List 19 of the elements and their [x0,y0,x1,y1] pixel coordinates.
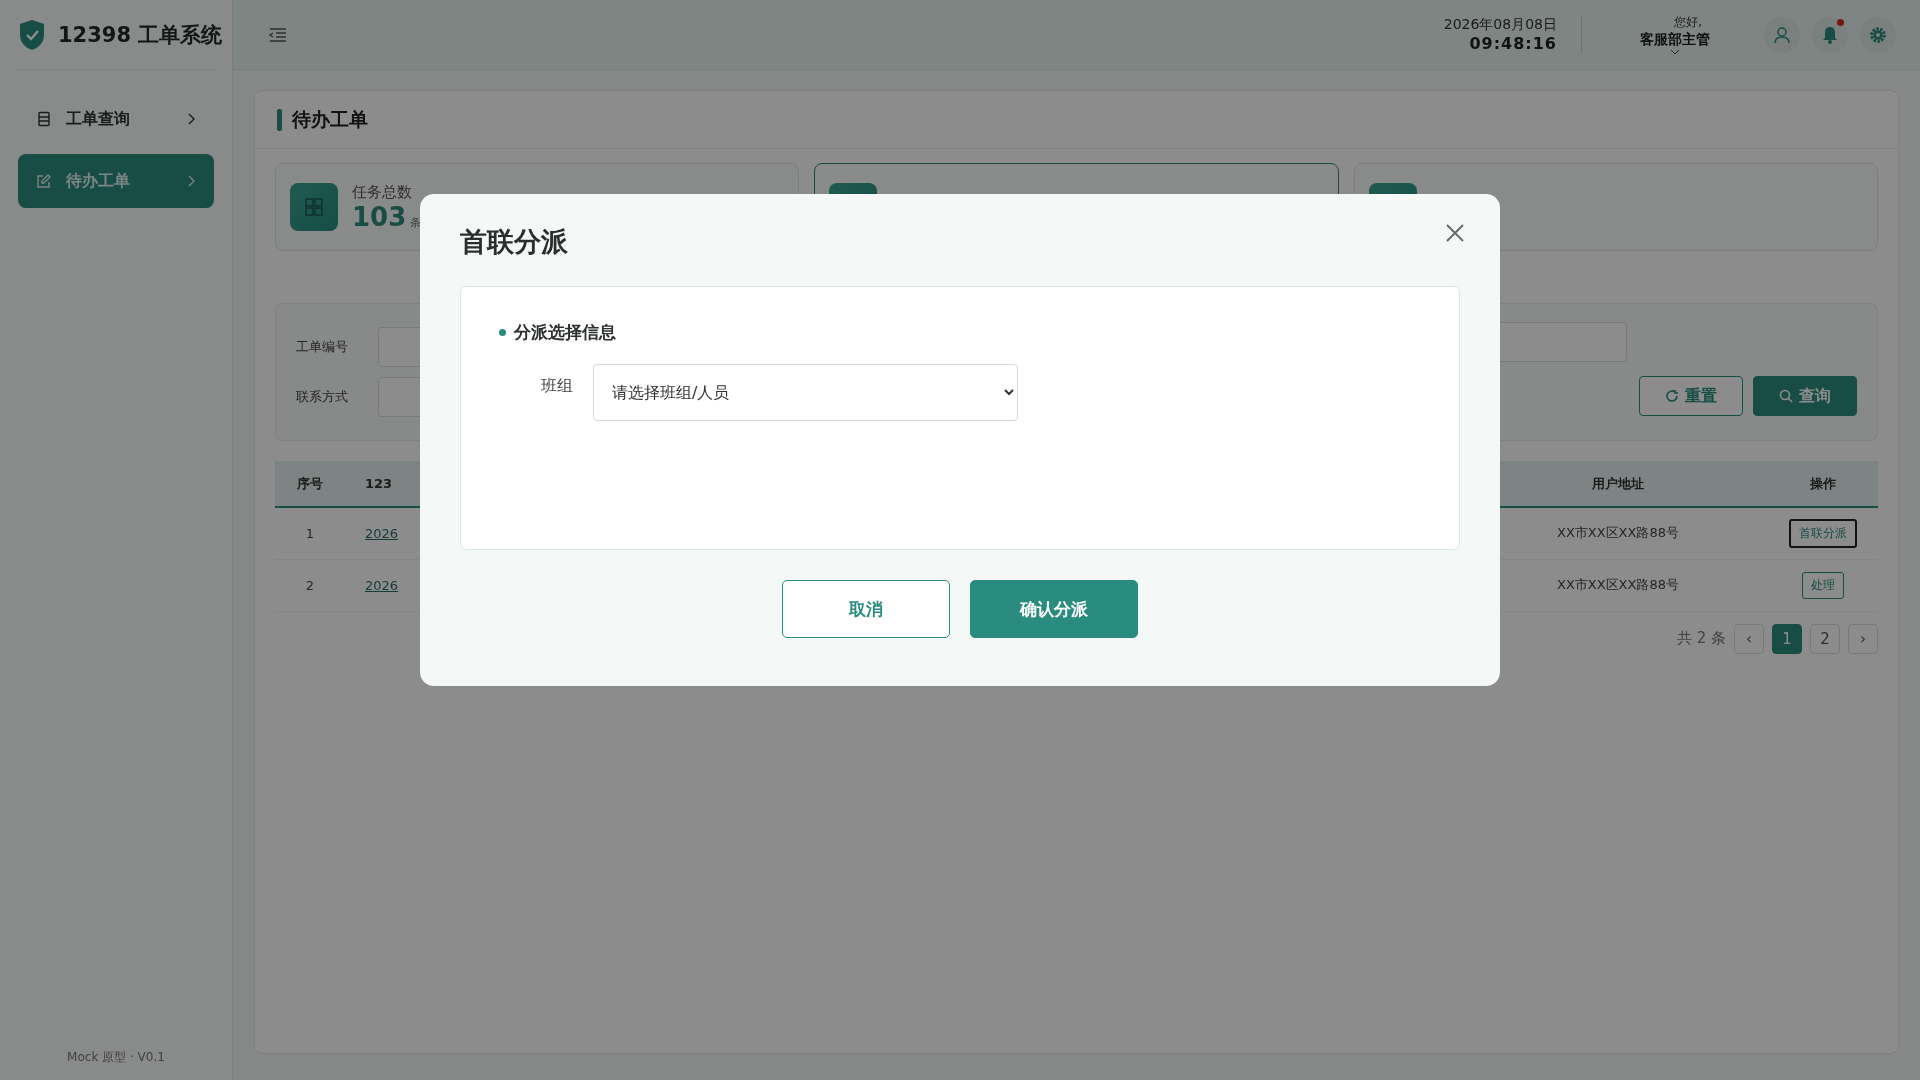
column-header: 操作 [1768,461,1878,507]
time-text: 09:48:16 [1468,34,1557,53]
filter-label: 联系方式 [296,388,349,406]
version-text: Mock 原型 · V0.1 [66,1049,166,1066]
table-cell: 2 [275,559,345,611]
table-cell: 1 [275,507,345,559]
greeting-text: 您好, [1674,14,1702,31]
section-title: 分派选择信息 [514,321,616,344]
page-title: 待办工单 [292,106,368,132]
date-text: 2026年08月08日 [1443,16,1557,34]
field-label: 班组 [541,376,573,397]
dialog-title: 首联分派 [460,225,568,259]
stat-value: 103 [352,201,407,232]
stat-label: 任务总数 [352,182,413,202]
column-header: 序号 [275,461,345,507]
total-count: 共 2 条 [1676,629,1726,648]
app-title: 12398 工单系统 [58,21,223,49]
stat-unit: 条 [410,215,422,229]
filter-label: 工单编号 [296,338,349,356]
